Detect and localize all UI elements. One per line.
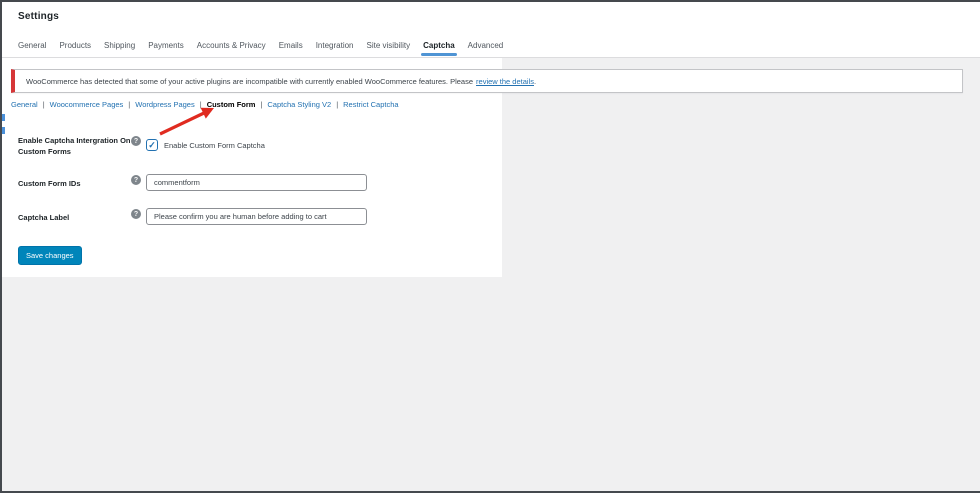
tab-integration[interactable]: Integration (316, 40, 354, 51)
subnav-woocommerce-pages[interactable]: Woocommerce Pages (50, 100, 124, 109)
help-tip-icon[interactable]: ? (131, 136, 141, 146)
notice-text: WooCommerce has detected that some of yo… (26, 76, 474, 86)
settings-tabs: General Products Shipping Payments Accou… (18, 40, 504, 56)
captcha-subnav: General | Woocommerce Pages | Wordpress … (11, 100, 399, 109)
subnav-separator: | (42, 100, 45, 109)
tab-products[interactable]: Products (59, 40, 91, 51)
field-label-custom-form-ids: Custom Form IDs (18, 179, 81, 188)
tab-advanced[interactable]: Advanced (468, 40, 504, 51)
subnav-wordpress-pages[interactable]: Wordpress Pages (135, 100, 194, 109)
compatibility-notice: WooCommerce has detected that some of yo… (11, 69, 963, 93)
checkmark-icon: ✓ (148, 139, 156, 150)
field-label-enable-captcha: Enable Captcha Intergration On Custom Fo… (18, 136, 131, 157)
subnav-custom-form[interactable]: Custom Form (207, 100, 256, 109)
subnav-separator: | (128, 100, 131, 109)
tab-shipping[interactable]: Shipping (104, 40, 135, 51)
page-title: Settings (18, 11, 60, 22)
tab-captcha[interactable]: Captcha (421, 40, 457, 56)
enable-custom-form-captcha-checkbox[interactable]: ✓ (146, 139, 158, 151)
help-tip-icon[interactable]: ? (131, 209, 141, 219)
tab-accounts-privacy[interactable]: Accounts & Privacy (197, 40, 266, 51)
left-edge-marker (2, 127, 5, 134)
notice-suffix: . (533, 76, 537, 86)
captcha-label-input[interactable] (146, 208, 367, 225)
field-label-captcha-label: Captcha Label (18, 213, 70, 222)
tab-payments[interactable]: Payments (148, 40, 184, 51)
woocommerce-settings-page: Settings General Products Shipping Payme… (0, 0, 980, 493)
window-frame-left (0, 0, 2, 493)
left-edge-marker (2, 114, 5, 121)
subnav-separator: | (260, 100, 263, 109)
review-details-link[interactable]: review the details (476, 77, 534, 86)
tab-emails[interactable]: Emails (279, 40, 303, 51)
subnav-separator: | (199, 100, 202, 109)
window-frame-top (0, 0, 980, 2)
subnav-restrict-captcha[interactable]: Restrict Captcha (343, 100, 398, 109)
subnav-separator: | (336, 100, 339, 109)
help-tip-icon[interactable]: ? (131, 175, 141, 185)
subnav-general[interactable]: General (11, 100, 38, 109)
save-changes-button[interactable]: Save changes (18, 246, 82, 265)
tab-site-visibility[interactable]: Site visibility (367, 40, 411, 51)
checkbox-label: Enable Custom Form Captcha (164, 141, 265, 150)
subnav-captcha-styling-v2[interactable]: Captcha Styling V2 (267, 100, 331, 109)
tab-general[interactable]: General (18, 40, 46, 51)
custom-form-ids-input[interactable] (146, 174, 367, 191)
